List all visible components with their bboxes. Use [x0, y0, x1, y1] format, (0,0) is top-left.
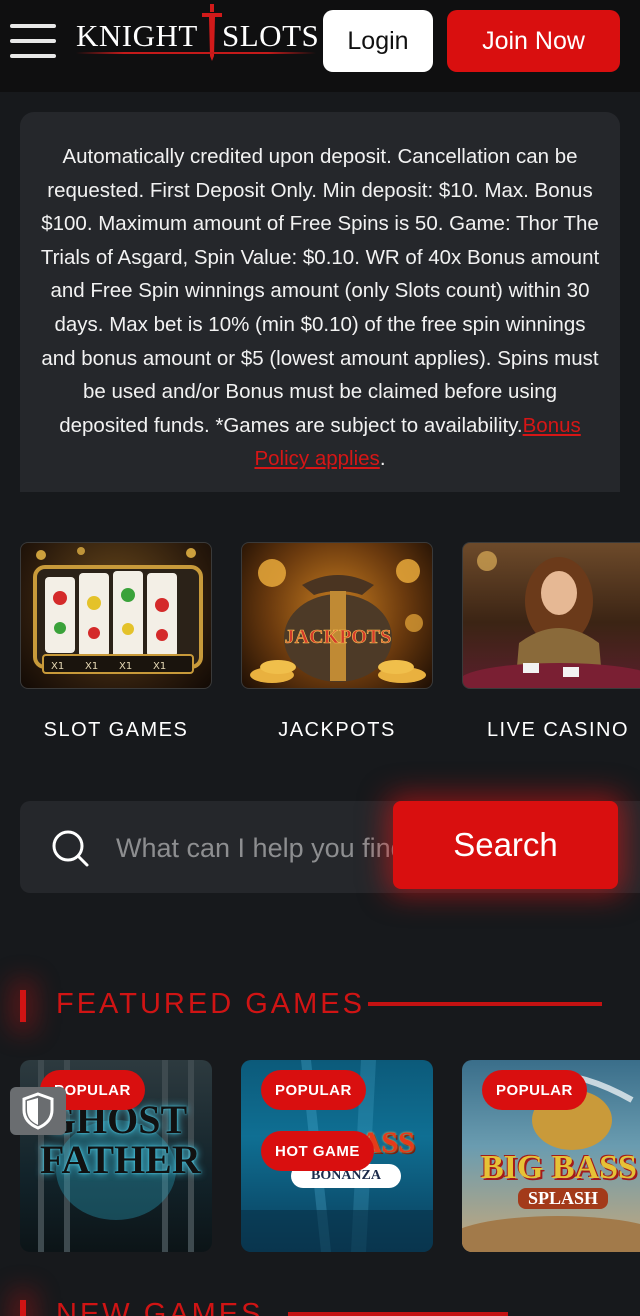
new-games-heading: NEW GAMES: [20, 1294, 640, 1316]
section-title: FEATURED GAMES: [56, 988, 365, 1020]
category-slot-games[interactable]: X1 X1 X1 X1 SLOT GAMES: [20, 542, 212, 742]
hot-game-badge: HOT GAME: [261, 1131, 374, 1171]
section-title: NEW GAMES: [56, 1298, 264, 1316]
category-label: SLOT GAMES: [43, 719, 189, 741]
search-input[interactable]: [116, 824, 394, 872]
logo-text-right: SLOTS: [222, 18, 320, 53]
search-icon: [52, 830, 89, 867]
svg-text:X1: X1: [85, 661, 98, 672]
game-art-line: FATHER: [40, 1137, 201, 1182]
category-live-casino[interactable]: LIVE CASINO: [462, 542, 640, 742]
terms-text: Automatically credited upon deposit. Can…: [40, 145, 600, 437]
popular-badge: POPULAR: [482, 1070, 587, 1110]
heading-accent-bar: [20, 990, 26, 1022]
jackpots-image: JACKPOTS: [241, 542, 433, 689]
search-button[interactable]: Search: [393, 801, 618, 889]
logo-text-left: KNIGHT: [76, 18, 198, 53]
featured-games-heading: FEATURED GAMES: [20, 984, 640, 1028]
bonus-terms-box: Automatically credited upon deposit. Can…: [20, 112, 620, 492]
shield-icon: [22, 1092, 54, 1130]
menu-icon[interactable]: [10, 22, 56, 60]
popular-badge: POPULAR: [261, 1070, 366, 1110]
heading-accent-bar: [20, 1300, 26, 1316]
slot-games-image: X1 X1 X1 X1: [20, 542, 212, 689]
heading-rule: [288, 1312, 508, 1316]
terms-trailing: .: [379, 447, 386, 471]
live-casino-image: [462, 542, 640, 689]
join-now-button[interactable]: Join Now: [447, 10, 620, 72]
svg-text:X1: X1: [119, 661, 132, 672]
category-label: LIVE CASINO: [486, 719, 630, 741]
category-carousel: X1 X1 X1 X1 SLOT GAMES JACKPOTS JACKPOTS…: [20, 542, 640, 752]
logo-underline: [76, 52, 316, 54]
top-header: KNIGHT SLOTS Login Join Now: [0, 0, 640, 92]
game-card[interactable]: BIG BASS SPLASH POPULAR: [462, 1060, 640, 1252]
game-art-line: SPLASH: [527, 1188, 599, 1208]
svg-text:JACKPOTS: JACKPOTS: [285, 626, 392, 648]
svg-text:X1: X1: [51, 661, 64, 672]
login-button[interactable]: Login: [323, 10, 433, 72]
page: KNIGHT SLOTS Login Join Now Automaticall…: [0, 0, 640, 1316]
svg-text:X1: X1: [153, 661, 166, 672]
privacy-shield-button[interactable]: [10, 1087, 66, 1135]
game-card[interactable]: BIG BASS BONANZA POPULAR HOT GAME: [241, 1060, 433, 1252]
category-label: JACKPOTS: [278, 719, 396, 741]
game-art-line: BIG BASS: [481, 1149, 637, 1186]
heading-rule: [368, 1002, 602, 1006]
featured-games-carousel: GHOST FATHER POPULAR BIG BASS BONANZA PO…: [20, 1060, 640, 1252]
site-logo[interactable]: KNIGHT SLOTS: [76, 4, 320, 64]
category-jackpots[interactable]: JACKPOTS JACKPOTS: [241, 542, 433, 742]
